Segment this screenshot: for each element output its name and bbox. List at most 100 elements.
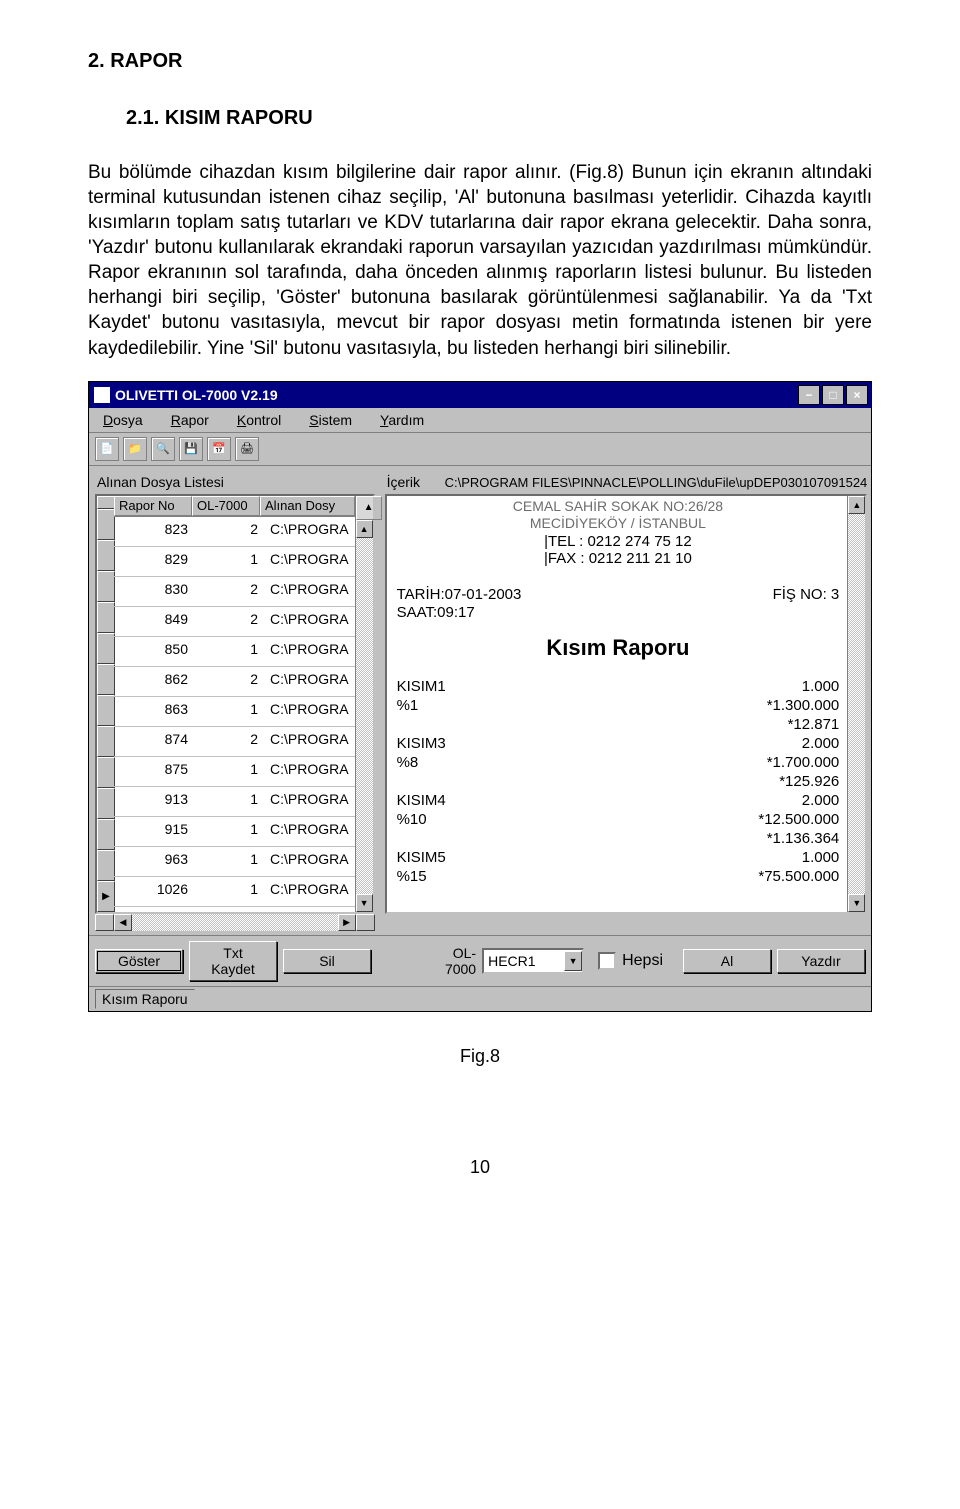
toolbar-icon-4[interactable]: 💾 [179,437,203,461]
table-row[interactable]: 8631C:\PROGRA [114,697,355,727]
menu-label: istem [319,412,352,428]
table-row[interactable]: 8622C:\PROGRA [114,667,355,697]
cell-ol7000: 2 [194,517,264,546]
report-vertical-scrollbar[interactable]: ▲ ▼ [847,496,865,912]
txt-kaydet-button[interactable]: Txt Kaydet [189,941,277,981]
table-row[interactable]: 8291C:\PROGRA [114,547,355,577]
hscroll-corner2 [356,914,375,931]
scroll-up-arrow-icon[interactable]: ▲ [848,496,865,514]
cell-ol7000: 1 [194,877,264,906]
combo-arrow-icon[interactable]: ▼ [564,951,582,971]
file-list-grid[interactable]: ▶ Rapor No OL-7000 Alınan Dosy 8232C:\PR… [95,494,375,914]
vertical-scrollbar[interactable]: ▲ ▲ ▼ [355,496,373,912]
cell-rapor-no: 874 [114,727,194,756]
scroll-right-arrow-icon[interactable]: ▶ [338,914,356,931]
col-ol7000[interactable]: OL-7000 [192,496,260,516]
toolbar-icon-2[interactable]: 📁 [123,437,147,461]
subsection-heading: 2.1. KISIM RAPORU [88,107,872,130]
table-row[interactable]: 9631C:\PROGRA [114,847,355,877]
right-pane: İçerik C:\PROGRAM FILES\PINNACLE\POLLING… [385,474,868,931]
table-row[interactable]: 8751C:\PROGRA [114,757,355,787]
menu-kontrol[interactable]: Kontrol [223,412,295,428]
row-marker [97,788,115,819]
report-line: KISIM42.000 [397,791,840,810]
horizontal-scrollbar[interactable]: ◀ ▶ [95,914,375,931]
maximize-button[interactable]: □ [822,385,844,405]
menu-rapor[interactable]: Rapor [157,412,223,428]
sil-button[interactable]: Sil [283,949,371,973]
yazdir-button[interactable]: Yazdır [777,949,865,973]
table-row[interactable]: 8742C:\PROGRA [114,727,355,757]
scroll-track[interactable] [848,514,865,894]
report-line: KISIM11.000 [397,677,840,696]
terminal-combo-input[interactable] [484,953,564,969]
menu-dosya[interactable]: Dosya [89,412,157,428]
report-line: |TEL : 0212 274 75 12 [397,533,840,550]
window-title: OLIVETTI OL-7000 V2.19 [115,387,798,403]
menubar: Dosya Rapor Kontrol Sistem Yardım [89,408,871,433]
col-rapor-no[interactable]: Rapor No [114,496,192,516]
report-fisno: FİŞ NO: 3 [773,586,840,603]
button-bar: Göster Txt Kaydet Sil OL-7000 ▼ Hepsi Al… [89,935,871,986]
report-line: %1*1.300.000 [397,696,840,715]
content-path: C:\PROGRAM FILES\PINNACLE\POLLING\duFile… [445,475,868,490]
col-alinan-dosya[interactable]: Alınan Dosy [260,496,355,516]
cell-path: C:\PROGRA [264,787,355,816]
scroll-corner-icon[interactable]: ▲ [356,496,382,520]
table-row[interactable]: 8232C:\PROGRA [114,517,355,547]
table-row[interactable]: 9151C:\PROGRA [114,817,355,847]
scroll-down-arrow-icon[interactable]: ▼ [356,894,373,912]
scroll-down-arrow-icon[interactable]: ▼ [848,894,865,912]
menu-yardim[interactable]: Yardım [366,412,438,428]
report-line: %10*12.500.000 [397,810,840,829]
cell-path: C:\PROGRA [264,547,355,576]
hepsi-label: Hepsi [622,952,663,970]
close-button[interactable]: × [846,385,868,405]
report-viewer: CEMAL SAHİR SOKAK NO:26/28 MECİDİYEKÖY /… [385,494,868,914]
table-row[interactable]: 8302C:\PROGRA [114,577,355,607]
hscroll-track[interactable] [132,914,338,931]
toolbar-icon-5[interactable]: 📅 [207,437,231,461]
report-line: |FAX : 0212 211 21 10 [397,550,840,567]
toolbar-icon-1[interactable]: 📄 [95,437,119,461]
cell-ol7000: 1 [194,697,264,726]
checkbox-box-icon[interactable] [598,952,616,970]
cell-ol7000: 1 [194,847,264,876]
menu-label: ardım [388,412,424,428]
cell-rapor-no: 850 [114,637,194,666]
goster-button[interactable]: Göster [95,949,183,973]
cell-path: C:\PROGRA [264,667,355,696]
table-row[interactable]: 8501C:\PROGRA [114,637,355,667]
app-icon [94,387,110,403]
cell-rapor-no: 1026 [114,877,194,906]
hepsi-checkbox[interactable]: Hepsi [598,952,663,970]
cell-path: C:\PROGRA [264,637,355,666]
cell-ol7000: 1 [194,757,264,786]
menu-sistem[interactable]: Sistem [295,412,366,428]
cell-ol7000: 2 [194,577,264,606]
scroll-up-arrow-icon[interactable]: ▲ [356,520,373,538]
row-marker [97,850,115,881]
row-marker [97,509,115,540]
report-line: *125.926 [397,772,840,791]
cell-ol7000: 1 [194,547,264,576]
cell-ol7000: 1 [194,787,264,816]
report-line: KISIM51.000 [397,848,840,867]
scroll-left-arrow-icon[interactable]: ◀ [114,914,132,931]
toolbar-icon-6[interactable]: 🖨 [235,437,259,461]
table-row[interactable]: 10261C:\PROGRA [114,877,355,907]
row-marker [97,540,115,571]
cell-rapor-no: 862 [114,667,194,696]
cell-path: C:\PROGRA [264,607,355,636]
left-pane: Alınan Dosya Listesi ▶ Rapor No OL-7000 … [95,474,375,931]
cell-rapor-no: 829 [114,547,194,576]
toolbar-icon-3[interactable]: 🔍 [151,437,175,461]
minimize-button[interactable]: − [798,385,820,405]
table-row[interactable]: 9131C:\PROGRA [114,787,355,817]
table-row[interactable]: 8492C:\PROGRA [114,607,355,637]
al-button[interactable]: Al [683,949,771,973]
scroll-track[interactable] [356,538,373,894]
grid-body[interactable]: 8232C:\PROGRA8291C:\PROGRA8302C:\PROGRA8… [114,517,355,912]
cell-path: C:\PROGRA [264,517,355,546]
terminal-combo[interactable]: ▼ [482,948,584,974]
